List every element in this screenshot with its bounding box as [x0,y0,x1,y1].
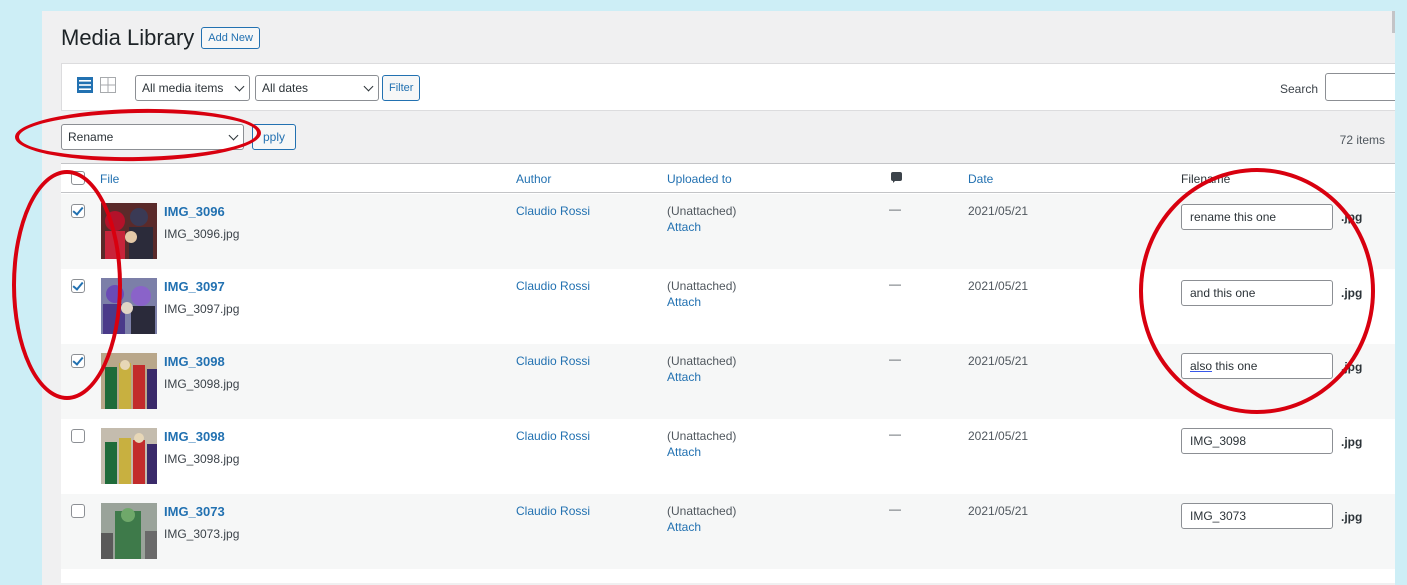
grid-view-icon[interactable] [100,77,116,93]
thumbnail-image[interactable] [101,503,157,559]
comments-count: — [889,277,901,291]
media-title-link[interactable]: IMG_3098 [164,354,225,369]
author-link[interactable]: Claudio Rossi [516,354,590,368]
filename-input-value: IMG_3098 [1190,434,1247,448]
file-extension: .jpg [1341,435,1363,449]
media-filename: IMG_3098.jpg [164,377,240,391]
media-filename: IMG_3096.jpg [164,227,240,241]
bulk-action-value: Rename [68,130,114,144]
author-link[interactable]: Claudio Rossi [516,279,590,293]
table-row: IMG_3097 IMG_3097.jpg Claudio Rossi (Una… [61,269,1395,344]
items-count: 72 items [1339,133,1385,147]
chevron-down-icon [234,81,245,91]
file-extension: .jpg [1341,360,1363,374]
filename-input-value: rename this one [1190,210,1277,224]
file-extension: .jpg [1341,286,1363,300]
filename-input-value: this one [1212,359,1258,373]
row-checkbox[interactable] [71,354,85,368]
row-checkbox[interactable] [71,429,85,443]
table-row: IMG_3073 IMG_3073.jpg Claudio Rossi (Una… [61,494,1395,569]
media-filename: IMG_3073.jpg [164,527,240,541]
attach-link[interactable]: Attach [667,520,701,534]
table-row: IMG_3098 IMG_3098.jpg Claudio Rossi (Una… [61,419,1395,494]
comments-count: — [889,202,901,216]
upload-date: 2021/05/21 [968,429,1029,443]
media-title-link[interactable]: IMG_3073 [164,504,225,519]
apply-button[interactable]: pply [252,124,297,150]
date-filter-value: All dates [262,81,309,95]
row-checkbox[interactable] [71,279,85,293]
uploaded-status: (Unattached) [667,279,737,293]
filename-input[interactable]: IMG_3073 [1181,503,1333,529]
author-link[interactable]: Claudio Rossi [516,429,590,443]
table-row: IMG_3098 IMG_3098.jpg Claudio Rossi (Una… [61,344,1395,419]
list-view-icon[interactable] [77,77,93,93]
media-table: File Author Uploaded to Date Filename IM… [61,163,1395,583]
filename-input[interactable]: and this one [1181,280,1333,306]
page-title: Media Library [61,25,195,50]
filename-input-value: IMG_3073 [1190,509,1247,523]
table-row: IMG_3096 IMG_3096.jpg Claudio Rossi (Una… [61,194,1395,269]
add-new-button[interactable]: Add New [201,27,260,49]
search-label: Search [1279,82,1318,96]
table-header: File Author Uploaded to Date Filename [61,164,1395,193]
attach-link[interactable]: Attach [667,220,701,234]
attach-link[interactable]: Attach [667,370,701,384]
media-library-panel: Media Library Add New All media items Al… [42,11,1395,585]
filename-input-value: and this one [1190,286,1256,300]
upload-date: 2021/05/21 [968,504,1029,518]
scrollbar-thumb[interactable] [1392,11,1395,33]
filter-button[interactable]: Filter [382,75,421,101]
file-extension: .jpg [1341,210,1363,224]
column-uploaded-to[interactable]: Uploaded to [667,172,732,186]
column-date[interactable]: Date [968,172,993,186]
upload-date: 2021/05/21 [968,204,1029,218]
comment-icon [891,172,902,183]
row-checkbox[interactable] [71,204,85,218]
media-filename: IMG_3097.jpg [164,302,240,316]
chevron-down-icon [363,81,374,91]
search-input[interactable] [1325,73,1395,101]
thumbnail-image[interactable] [101,278,157,334]
filename-input[interactable]: IMG_3098 [1181,428,1333,454]
attach-link[interactable]: Attach [667,295,701,309]
media-type-filter[interactable]: All media items [135,75,250,101]
media-filename: IMG_3098.jpg [164,452,240,466]
uploaded-status: (Unattached) [667,204,737,218]
uploaded-status: (Unattached) [667,504,737,518]
chevron-down-icon [228,130,239,140]
comments-count: — [889,352,901,366]
select-all-checkbox[interactable] [71,171,85,185]
row-checkbox[interactable] [71,504,85,518]
thumbnail-image[interactable] [101,203,157,259]
author-link[interactable]: Claudio Rossi [516,504,590,518]
date-filter[interactable]: All dates [255,75,379,101]
thumbnail-image[interactable] [101,428,157,484]
upload-date: 2021/05/21 [968,279,1029,293]
bulk-action-select[interactable]: Rename [61,124,244,150]
uploaded-status: (Unattached) [667,354,737,368]
media-type-filter-value: All media items [142,81,224,95]
file-extension: .jpg [1341,510,1363,524]
filename-input-value-misspelled: also [1190,359,1213,373]
comments-count: — [889,427,901,441]
attach-link[interactable]: Attach [667,445,701,459]
column-file[interactable]: File [100,172,119,186]
thumbnail-image[interactable] [101,353,157,409]
media-toolbar: All media items All dates Filter Search [61,63,1395,111]
media-title-link[interactable]: IMG_3098 [164,429,225,444]
media-title-link[interactable]: IMG_3096 [164,204,225,219]
media-title-link[interactable]: IMG_3097 [164,279,225,294]
filename-input[interactable]: also this one [1181,353,1333,379]
column-filename: Filename [1181,172,1231,186]
filename-input[interactable]: rename this one [1181,204,1333,230]
comments-count: — [889,502,901,516]
column-author[interactable]: Author [516,172,551,186]
uploaded-status: (Unattached) [667,429,737,443]
upload-date: 2021/05/21 [968,354,1029,368]
author-link[interactable]: Claudio Rossi [516,204,590,218]
page-header: Media Library Add New [61,25,260,51]
